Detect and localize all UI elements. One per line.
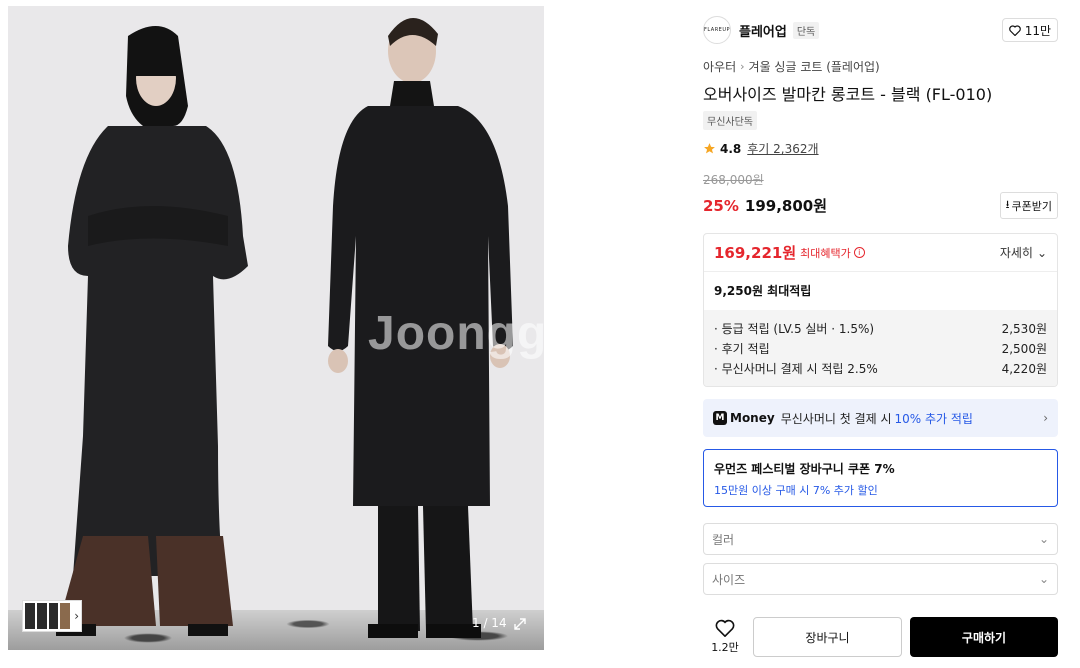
- sale-price: 199,800원: [744, 197, 828, 215]
- points-value: 2,500원: [1001, 341, 1047, 356]
- benefit-detail-toggle[interactable]: 자세히 ⌄: [1000, 244, 1047, 261]
- points-breakdown: · 등급 적립 (LV.5 실버 · 1.5%) 2,530원 · 후기 적립 …: [704, 310, 1057, 386]
- detail-toggle-label: 자세히: [999, 246, 1033, 260]
- product-info-panel: FLAREUP 플레어업 단독 11만 아우터 › 겨울 싱글 코트 (플레어업…: [690, 6, 1080, 668]
- brand-like-count: 11만: [1024, 23, 1051, 38]
- max-benefit-label: 최대혜택가: [800, 246, 851, 260]
- points-row: · 등급 적립 (LV.5 실버 · 1.5%) 2,530원: [714, 318, 1047, 338]
- product-title: 오버사이즈 발마칸 롱코트 - 블랙 (FL-010): [703, 85, 993, 104]
- brand-row: FLAREUP 플레어업 단독 11만: [703, 6, 1058, 54]
- wishlist-count: 1.2만: [711, 641, 739, 654]
- price-row: 25% 199,800원 ⭳ 쿠폰받기: [703, 192, 1058, 219]
- points-value: 2,530원: [1001, 321, 1047, 336]
- size-select[interactable]: 사이즈 ⌄: [703, 563, 1058, 595]
- watermark-text: Joonggonara: [368, 307, 544, 360]
- brand-logo[interactable]: FLAREUP: [703, 16, 731, 44]
- download-icon: ⭳: [1005, 198, 1010, 211]
- money-banner-highlight: 10% 추가 적립: [894, 411, 973, 426]
- chevron-down-icon: ⌄: [1036, 245, 1047, 260]
- heart-icon: [1008, 24, 1021, 36]
- thumbnail-4[interactable]: [60, 603, 71, 629]
- brand-name[interactable]: 플레어업: [739, 21, 787, 40]
- reviews-link[interactable]: 후기 2,362개: [747, 140, 818, 157]
- brand-exclusive-badge: 단독: [792, 21, 820, 39]
- max-benefit-price: 169,221원: [714, 244, 797, 262]
- cart-coupon-subtitle: 15만원 이상 구매 시 7% 추가 할인: [714, 484, 878, 497]
- discount-rate: 25%: [703, 196, 739, 215]
- points-label: · 무신사머니 결제 시 적립 2.5%: [714, 361, 878, 376]
- points-value: 4,220원: [1001, 361, 1047, 376]
- breadcrumb-category[interactable]: 아우터: [703, 58, 736, 75]
- benefit-box: 169,221원 최대혜택가 i 자세히 ⌄ 9,250원 최대적립 · 등급 …: [703, 233, 1058, 387]
- add-to-cart-button[interactable]: 장바구니: [753, 617, 902, 657]
- exclusive-tag: 무신사단독: [703, 111, 757, 130]
- breadcrumb: 아우터 › 겨울 싱글 코트 (플레어업): [703, 58, 1058, 75]
- chevron-down-icon: ⌄: [1038, 532, 1049, 546]
- chevron-right-icon: ›: [1043, 411, 1048, 425]
- model-left-image: [56, 26, 248, 636]
- chevron-right-icon: ›: [740, 60, 745, 73]
- thumbnail-strip[interactable]: ›: [22, 600, 82, 632]
- max-points-row: 9,250원 최대적립: [714, 284, 812, 298]
- color-select[interactable]: 컬러 ⌄: [703, 523, 1058, 555]
- original-price: 268,000원: [703, 173, 764, 187]
- heart-icon: [715, 619, 735, 637]
- rating-row: 4.8 후기 2,362개: [703, 140, 1058, 157]
- purchase-actions: 1.2만 장바구니 구매하기: [703, 617, 1058, 657]
- points-label: · 등급 적립 (LV.5 실버 · 1.5%): [714, 321, 875, 336]
- chevron-right-icon[interactable]: ›: [74, 609, 79, 623]
- money-m-icon: M: [713, 411, 727, 425]
- points-label: · 후기 적립: [714, 341, 770, 356]
- color-select-placeholder: 컬러: [712, 532, 735, 547]
- product-image-gallery[interactable]: Joonggonara › 1 / 14: [8, 6, 544, 650]
- star-icon: [704, 143, 715, 154]
- money-logo-text: Money: [730, 411, 775, 425]
- coupon-button-label: 쿠폰받기: [1011, 199, 1052, 213]
- size-select-placeholder: 사이즈: [712, 572, 746, 587]
- musinsa-money-banner[interactable]: M Money 무신사머니 첫 결제 시 10% 추가 적립 ›: [703, 399, 1058, 437]
- money-logo: M Money: [713, 411, 775, 425]
- benefit-header: 169,221원 최대혜택가 i 자세히 ⌄: [704, 234, 1057, 272]
- rating-score: 4.8: [720, 141, 742, 156]
- cart-coupon-box[interactable]: 우먼즈 페스티벌 장바구니 쿠폰 7% 15만원 이상 구매 시 7% 추가 할…: [703, 449, 1058, 507]
- points-row: · 후기 적립 2,500원: [714, 338, 1047, 358]
- chevron-down-icon: ⌄: [1038, 572, 1049, 586]
- thumbnail-2[interactable]: [36, 603, 47, 629]
- buy-now-button[interactable]: 구매하기: [910, 617, 1058, 657]
- thumbnail-3[interactable]: [48, 603, 59, 629]
- brand-like-button[interactable]: 11만: [1001, 18, 1058, 42]
- expand-icon[interactable]: [512, 616, 528, 632]
- points-row: · 무신사머니 결제 시 적립 2.5% 4,220원: [714, 358, 1047, 378]
- wishlist-button[interactable]: 1.2만: [703, 619, 747, 655]
- coupon-button[interactable]: ⭳ 쿠폰받기: [999, 192, 1058, 219]
- money-banner-text: 무신사머니 첫 결제 시: [780, 411, 892, 426]
- breadcrumb-subcategory[interactable]: 겨울 싱글 코트 (플레어업): [749, 58, 880, 75]
- thumbnail-1[interactable]: [25, 603, 35, 629]
- image-counter: 1 / 14: [472, 616, 507, 630]
- cart-coupon-title: 우먼즈 페스티벌 장바구니 쿠폰 7%: [714, 462, 895, 476]
- info-icon[interactable]: i: [853, 247, 865, 258]
